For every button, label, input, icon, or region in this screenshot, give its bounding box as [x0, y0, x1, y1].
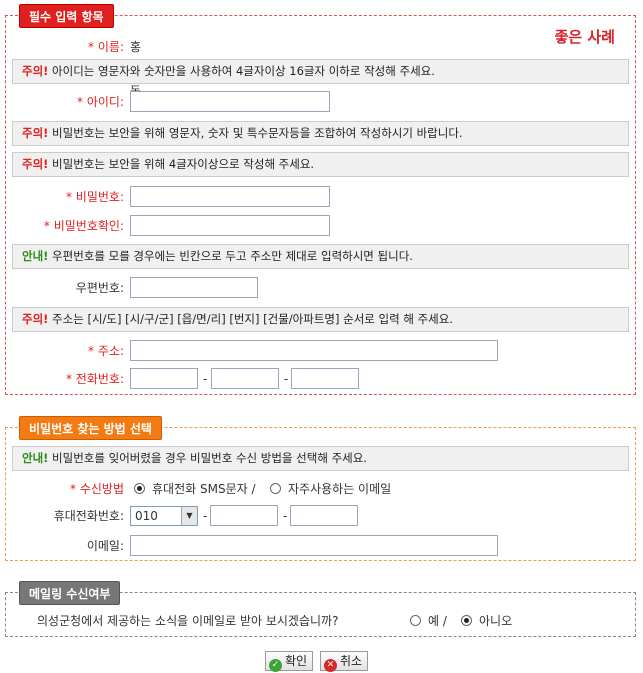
cancel-button[interactable]: ✕ 취소 — [320, 651, 369, 672]
address-label: * 주소: — [6, 340, 124, 362]
recovery-method-label-text: * 수신방법 — [70, 482, 124, 496]
notice-tag: 주의! — [22, 126, 49, 140]
notice-pw-combo: 주의! 비밀번호는 보안을 위해 영문자, 숫자 및 특수문자등을 조합하여 작… — [12, 121, 629, 146]
notice-id-rule: 주의! 아이디는 영문자와 숫자만을 사용하여 4글자이상 16글자 이하로 작… — [12, 59, 629, 84]
notice-tag: 안내! — [22, 451, 49, 465]
notice-text: 비밀번호는 보안을 위해 4글자이상으로 작성해 주세요. — [48, 157, 315, 171]
phone-input-1[interactable] — [130, 368, 198, 389]
close-icon: ✕ — [324, 659, 337, 672]
password-label: * 비밀번호: — [6, 186, 124, 208]
notice-text: 비밀번호는 보안을 위해 영문자, 숫자 및 특수문자등을 조합하여 작성하시기… — [48, 126, 463, 140]
notice-address: 주의! 주소는 [시/도] [시/구/군] [읍/면/리] [번지] [건물/아… — [12, 307, 629, 332]
notice-tag: 주의! — [22, 157, 49, 171]
notice-tag: 안내! — [22, 249, 49, 263]
notice-pw-length: 주의! 비밀번호는 보안을 위해 4글자이상으로 작성해 주세요. — [12, 152, 629, 177]
mobile-separator: - — [203, 509, 208, 523]
radio-email[interactable] — [270, 483, 281, 494]
password-label-text: * 비밀번호: — [65, 190, 124, 204]
chevron-down-icon[interactable]: ▼ — [181, 507, 197, 525]
notice-text: 우편번호를 모를 경우에는 빈칸으로 두고 주소만 제대로 입력하시면 됩니다. — [48, 249, 413, 263]
recovery-method-label: * 수신방법 — [6, 478, 124, 500]
radio-mailing-no-label: 아니오 — [479, 614, 513, 628]
email-input[interactable] — [130, 535, 498, 556]
phone-input-2[interactable] — [211, 368, 279, 389]
address-input[interactable] — [130, 340, 498, 361]
address-label-text: * 주소: — [88, 344, 124, 358]
notice-text: 비밀번호를 잊어버렸을 경우 비밀번호 수신 방법을 선택해 주세요. — [48, 451, 367, 465]
zip-input[interactable] — [130, 277, 258, 298]
phone-separator: - — [203, 372, 208, 386]
mailing-section: 메일링 수신여부 의성군청에서 제공하는 소식을 이메일로 받아 보시겠습니까?… — [5, 581, 636, 637]
zip-label: 우편번호: — [75, 281, 124, 295]
mobile-label: 휴대전화번호: — [53, 509, 124, 523]
radio-sms[interactable] — [134, 483, 145, 494]
password-input[interactable] — [130, 186, 330, 207]
mobile-separator: - — [283, 509, 288, 523]
name-label-text: * 이름: — [88, 40, 124, 54]
mobile-input-2[interactable] — [210, 505, 278, 526]
radio-mailing-yes[interactable] — [410, 615, 421, 626]
password-confirm-label-text: * 비밀번호확인: — [43, 219, 124, 233]
notice-text: 아이디는 영문자와 숫자만을 사용하여 4글자이상 16글자 이하로 작성해 주… — [48, 64, 435, 78]
notice-zip: 안내! 우편번호를 모를 경우에는 빈칸으로 두고 주소만 제대로 입력하시면 … — [12, 244, 629, 269]
phone-separator: - — [284, 372, 289, 386]
check-icon: ✓ — [269, 659, 282, 672]
good-example-annotation: 좋은 사례 — [554, 28, 615, 46]
radio-mailing-no[interactable] — [461, 615, 472, 626]
radio-email-label: 자주사용하는 이메일 — [288, 482, 392, 496]
phone-label-text: * 전화번호: — [65, 372, 124, 386]
mobile-prefix-select[interactable]: 010 ▼ — [130, 506, 198, 526]
password-confirm-label: * 비밀번호확인: — [6, 215, 124, 237]
email-label: 이메일: — [86, 539, 124, 553]
id-label-text: * 아이디: — [77, 95, 124, 109]
phone-input-3[interactable] — [291, 368, 359, 389]
required-fields-legend: 필수 입력 항목 — [19, 4, 114, 28]
notice-text: 주소는 [시/도] [시/구/군] [읍/면/리] [번지] [건물/아파트명]… — [48, 312, 453, 326]
id-input[interactable] — [130, 91, 330, 112]
notice-recovery: 안내! 비밀번호를 잊어버렸을 경우 비밀번호 수신 방법을 선택해 주세요. — [12, 446, 629, 471]
mailing-question: 의성군청에서 제공하는 소식을 이메일로 받아 보시겠습니까? — [37, 614, 339, 628]
password-recovery-section: 비밀번호 찾는 방법 선택 안내! 비밀번호를 잊어버렸을 경우 비밀번호 수신… — [5, 416, 636, 561]
mailing-legend: 메일링 수신여부 — [19, 581, 121, 605]
password-confirm-input[interactable] — [130, 215, 330, 236]
mobile-input-3[interactable] — [290, 505, 358, 526]
phone-label: * 전화번호: — [6, 368, 124, 390]
confirm-button[interactable]: ✓ 확인 — [265, 651, 314, 672]
id-label: * 아이디: — [6, 91, 124, 113]
notice-tag: 주의! — [22, 312, 49, 326]
cancel-button-label: 취소 — [340, 654, 363, 668]
confirm-button-label: 확인 — [285, 654, 308, 668]
notice-tag: 주의! — [22, 64, 49, 78]
radio-mailing-yes-label: 예 / — [428, 614, 447, 628]
required-fields-section: 필수 입력 항목 좋은 사례 * 이름: 홍길동 주의! 아이디는 영문자와 숫… — [5, 4, 636, 395]
name-label: * 이름: — [6, 36, 124, 58]
password-recovery-legend: 비밀번호 찾는 방법 선택 — [19, 416, 162, 440]
mobile-prefix-value: 010 — [135, 509, 158, 523]
radio-sms-label: 휴대전화 SMS문자 / — [152, 482, 256, 496]
